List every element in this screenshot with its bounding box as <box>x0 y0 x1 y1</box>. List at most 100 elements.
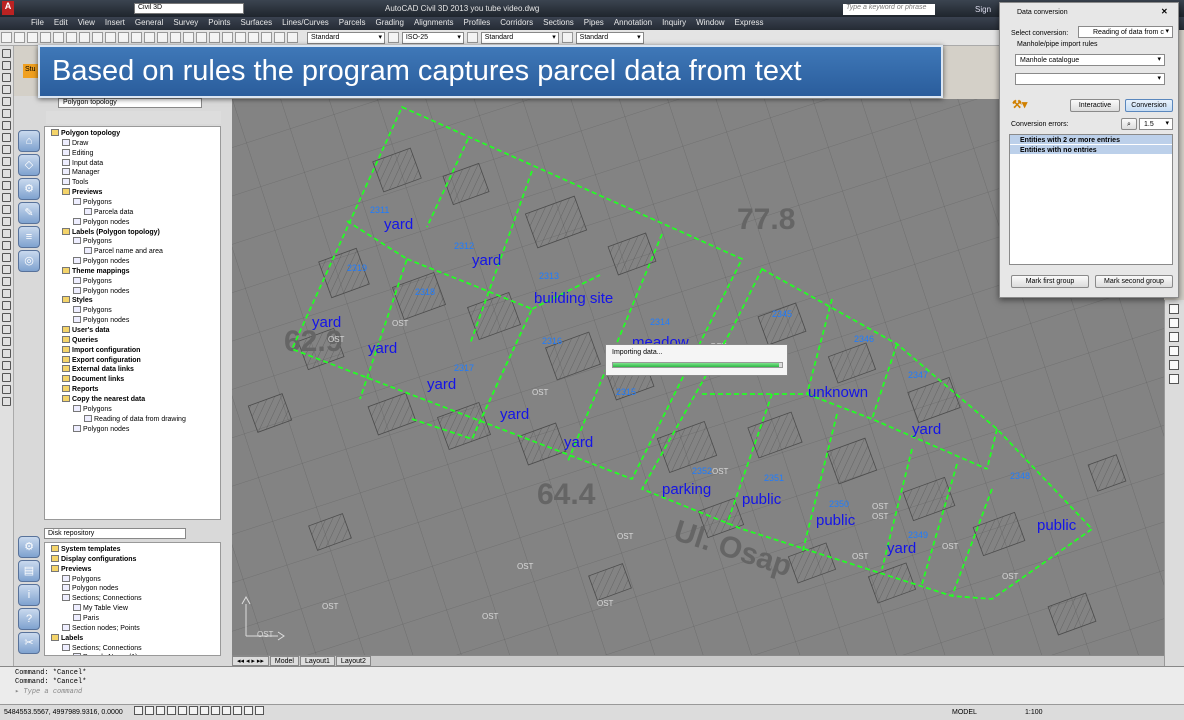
lwt-icon[interactable] <box>221 706 231 715</box>
paste-icon[interactable] <box>105 32 116 43</box>
tree-item[interactable]: Labels <box>51 633 83 643</box>
topology-tree[interactable]: Polygon topology Draw Editing Input data Man… <box>44 126 221 520</box>
calc-icon[interactable] <box>274 32 285 43</box>
draw-tool-icon[interactable] <box>2 289 11 298</box>
tree-item[interactable]: Parcels Name (1) <box>73 653 137 655</box>
menu-annotation[interactable]: Annotation <box>609 17 657 27</box>
menu-linescurves[interactable]: Lines/Curves <box>277 17 334 27</box>
zoom-icon[interactable] <box>170 32 181 43</box>
draw-tool-icon[interactable] <box>2 325 11 334</box>
tree-item[interactable]: Tools <box>62 178 88 187</box>
tree-item[interactable]: Reports <box>62 385 98 394</box>
tool-tab-icon[interactable]: ✎ <box>18 202 40 224</box>
zoom-icon[interactable] <box>1169 304 1179 314</box>
mark-second-group-button[interactable]: Mark second group <box>1095 275 1173 288</box>
model-toggle[interactable]: MODEL <box>952 705 977 720</box>
layout-tab[interactable]: Layout1 <box>300 656 335 666</box>
menu-view[interactable]: View <box>73 17 100 27</box>
draw-tool-icon[interactable] <box>2 373 11 382</box>
open-icon[interactable] <box>14 32 25 43</box>
draw-tool-icon[interactable] <box>2 349 11 358</box>
menu-express[interactable]: Express <box>730 17 769 27</box>
tree-item[interactable]: Polygons <box>73 276 112 286</box>
polar-icon[interactable] <box>166 706 176 715</box>
mleader-style-icon[interactable] <box>561 32 573 43</box>
tree-item[interactable]: Sections; Connections <box>62 594 142 603</box>
menu-general[interactable]: General <box>130 17 168 27</box>
tree-item[interactable]: Export configuration <box>62 355 141 365</box>
pipe-tab-icon[interactable]: ⚙ <box>18 178 40 200</box>
rules-icon[interactable]: ⚒▾ <box>1012 98 1030 112</box>
error-group-2[interactable]: Entities with no entries <box>1010 145 1172 155</box>
menu-corridors[interactable]: Corridors <box>495 17 538 27</box>
globe-tab-icon[interactable]: ◎ <box>18 250 40 272</box>
tree-item[interactable]: Polygon nodes <box>73 286 129 296</box>
sheet-set-icon[interactable] <box>248 32 259 43</box>
mark-first-group-button[interactable]: Mark first group <box>1011 275 1089 288</box>
tree-item[interactable]: Polygons <box>73 237 112 246</box>
zoom-window-icon[interactable] <box>183 32 194 43</box>
tree-item[interactable]: Previews <box>51 564 91 574</box>
copy-icon[interactable] <box>92 32 103 43</box>
menu-alignments[interactable]: Alignments <box>409 17 459 27</box>
tree-item[interactable]: Previews <box>62 188 102 197</box>
tree-item[interactable]: Polygon topology <box>51 129 120 138</box>
tree-item[interactable]: Display configurations <box>51 554 136 564</box>
workspace-select[interactable]: Civil 3D <box>134 3 244 14</box>
tree-item[interactable]: Sections; Connections <box>62 643 142 653</box>
dim-style-icon[interactable] <box>387 32 399 43</box>
draw-tool-icon[interactable] <box>2 145 11 154</box>
menu-inquiry[interactable]: Inquiry <box>657 17 691 27</box>
tree-item[interactable]: User's data <box>62 326 109 335</box>
draw-tool-icon[interactable] <box>2 109 11 118</box>
dyn-icon[interactable] <box>210 706 220 715</box>
tree-item[interactable]: Section nodes; Points <box>62 623 140 633</box>
search-input[interactable]: Type a keyword or phrase <box>843 4 935 15</box>
menu-window[interactable]: Window <box>691 17 729 27</box>
tree-item[interactable]: Polygons <box>62 574 101 584</box>
draw-tool-icon[interactable] <box>2 253 11 262</box>
draw-tool-icon[interactable] <box>2 49 11 58</box>
rules-combo[interactable]: Manhole catalogue <box>1015 54 1165 66</box>
tree-item[interactable]: Editing <box>62 148 93 158</box>
secondary-combo[interactable] <box>1015 73 1165 85</box>
menu-edit[interactable]: Edit <box>49 17 73 27</box>
interactive-button[interactable]: Interactive <box>1070 99 1120 112</box>
draw-tool-icon[interactable] <box>2 229 11 238</box>
draw-tool-icon[interactable] <box>2 361 11 370</box>
qp-icon[interactable] <box>243 706 253 715</box>
menu-pipes[interactable]: Pipes <box>579 17 609 27</box>
tree-item[interactable]: System templates <box>51 545 121 554</box>
table-style-select[interactable]: Standard <box>480 32 559 44</box>
tree-item[interactable]: Queries <box>62 335 98 345</box>
tree-item[interactable]: Reading of data from drawing <box>84 414 186 424</box>
topology-select[interactable]: Polygon topology <box>58 98 202 108</box>
draw-tool-icon[interactable] <box>2 181 11 190</box>
help-icon[interactable] <box>287 32 298 43</box>
tools-tab-icon[interactable]: ✂ <box>18 632 40 654</box>
tree-item[interactable]: Polygon nodes <box>73 316 129 325</box>
plot-icon[interactable] <box>40 32 51 43</box>
draw-tool-icon[interactable] <box>2 169 11 178</box>
draw-tool-icon[interactable] <box>2 313 11 322</box>
tree-item[interactable]: Polygon nodes <box>73 257 129 266</box>
extent-icon[interactable] <box>1169 360 1179 370</box>
window-icon[interactable] <box>1169 374 1179 384</box>
menu-surfaces[interactable]: Surfaces <box>236 17 278 27</box>
help-tab-icon[interactable]: ? <box>18 608 40 630</box>
info-tab-icon[interactable]: i <box>18 584 40 606</box>
otrack-icon[interactable] <box>188 706 198 715</box>
pan-icon[interactable] <box>1169 318 1179 328</box>
properties-icon[interactable] <box>209 32 220 43</box>
dim-style-select[interactable]: ISO-25 <box>401 32 464 44</box>
publish-icon[interactable] <box>66 32 77 43</box>
select-conversion-combo[interactable]: Reading of data from c <box>1078 26 1173 38</box>
grid-icon[interactable] <box>144 706 154 715</box>
view-icon[interactable] <box>1169 332 1179 342</box>
tree-item[interactable]: Polygon nodes <box>73 424 129 434</box>
menu-file[interactable]: File <box>26 17 49 27</box>
draw-tool-icon[interactable] <box>2 121 11 130</box>
draw-tool-icon[interactable] <box>2 301 11 310</box>
draw-tool-icon[interactable] <box>2 265 11 274</box>
draw-tool-icon[interactable] <box>2 97 11 106</box>
